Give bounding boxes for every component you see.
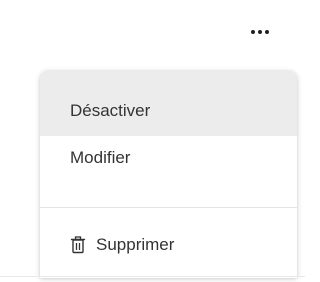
context-menu: Désactiver Modifier Supprimer <box>40 71 297 278</box>
menu-item-label: Supprimer <box>96 235 175 254</box>
menu-item-deactivate[interactable]: Désactiver <box>40 71 297 136</box>
menu-divider <box>40 207 297 208</box>
menu-item-label: Modifier <box>70 148 131 167</box>
menu-item-delete[interactable]: Supprimer <box>40 223 297 267</box>
dot <box>258 30 262 34</box>
trash-icon <box>70 236 86 254</box>
divider <box>0 276 305 277</box>
menu-item-edit[interactable]: Modifier <box>40 136 297 186</box>
menu-item-label: Désactiver <box>70 100 151 120</box>
more-options-button[interactable] <box>240 20 280 44</box>
page: Désactiver Modifier Supprimer <box>0 0 305 282</box>
dot <box>265 30 269 34</box>
dot <box>251 30 255 34</box>
more-horizontal-icon <box>251 30 269 34</box>
